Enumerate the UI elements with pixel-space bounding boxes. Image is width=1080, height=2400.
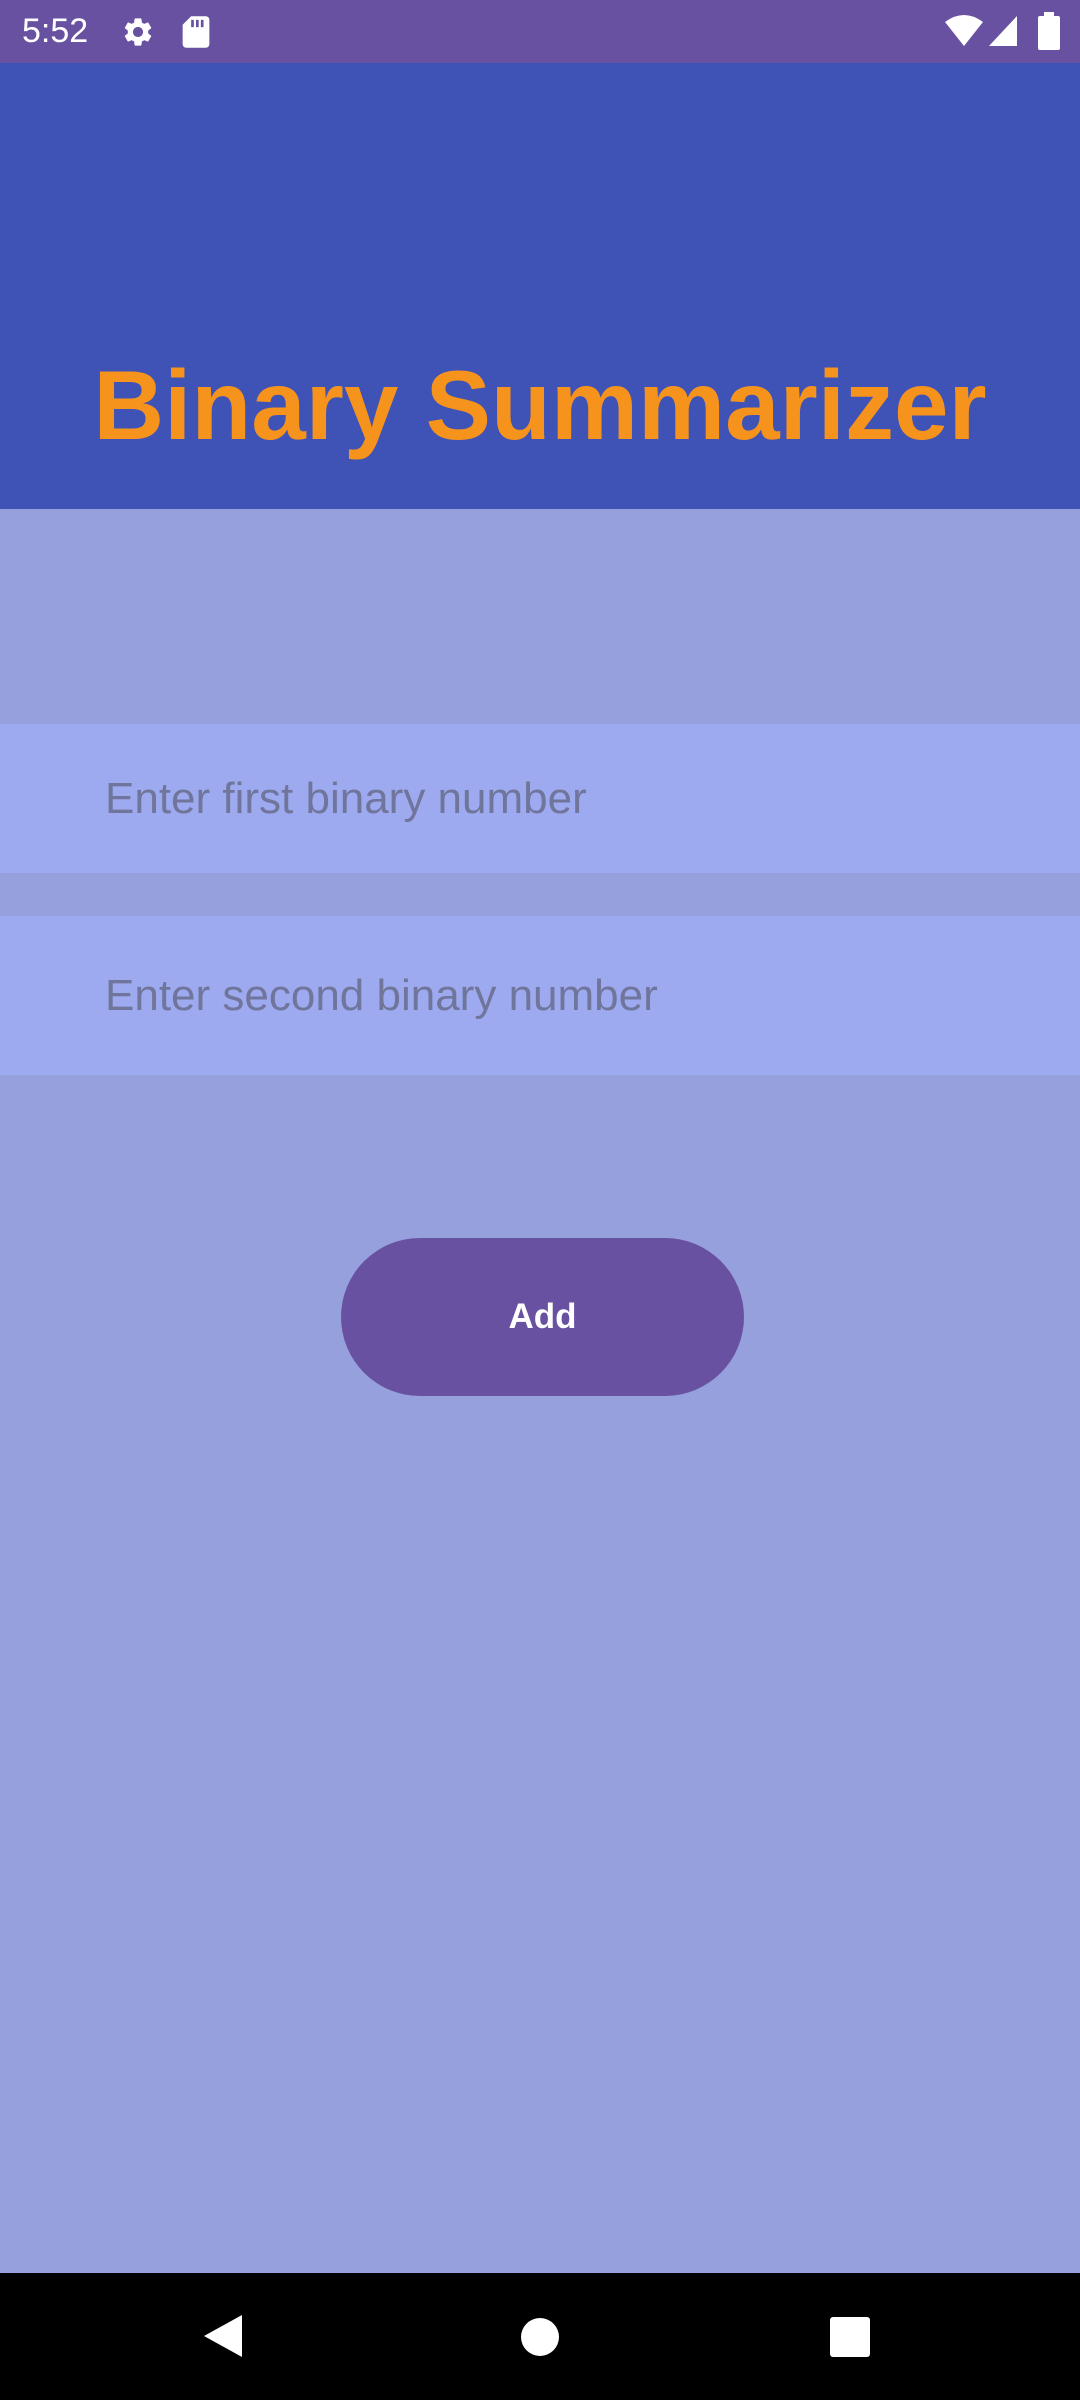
second-binary-input[interactable] [0, 916, 1080, 1075]
status-time: 5:52 [22, 12, 89, 50]
battery-icon [1038, 12, 1060, 50]
recents-icon[interactable] [830, 2317, 870, 2357]
signal-icon [989, 16, 1017, 46]
gear-icon [124, 18, 152, 46]
wifi-icon [945, 15, 983, 46]
home-icon[interactable] [520, 2317, 560, 2357]
sd-card-icon [182, 16, 210, 48]
status-bar: 5:52 [0, 0, 1080, 63]
app-title: Binary Summarizer [93, 350, 987, 460]
first-number-field-container [0, 724, 1080, 873]
back-icon[interactable] [202, 2313, 244, 2359]
add-button[interactable]: Add [341, 1238, 744, 1396]
second-number-field-container [0, 916, 1080, 1075]
navigation-bar [0, 2273, 1080, 2400]
app-header: Binary Summarizer [0, 63, 1080, 509]
first-binary-input[interactable] [0, 724, 1080, 873]
